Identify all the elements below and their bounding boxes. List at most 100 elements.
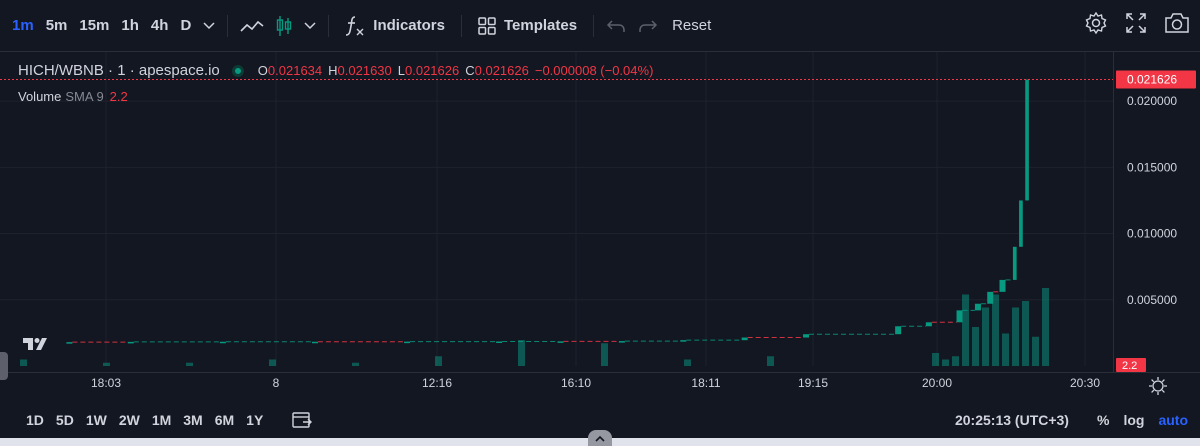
toolbar-right-group: [1084, 11, 1190, 40]
redo-icon[interactable]: [632, 11, 664, 41]
volume-last-text: 2.2: [1122, 360, 1137, 372]
open-key: O: [257, 63, 268, 78]
side-panel-handle[interactable]: [0, 352, 8, 380]
fullscreen-icon[interactable]: [1124, 11, 1148, 40]
candle-body: [741, 337, 748, 341]
symbol-name[interactable]: HICH/WBNB: [18, 62, 104, 79]
timeframe-group: 1m 5m 15m 1h 4h D: [6, 11, 221, 41]
x-axis: 18:03 8 12:16 16:10 18:11 19:15 20:00 20:30: [91, 376, 1100, 390]
range-2w[interactable]: 2W: [113, 412, 146, 428]
volume-label: Volume: [18, 89, 62, 104]
candle-body: [925, 322, 932, 327]
candle-body: [311, 341, 318, 344]
y-tick-label: 0.010000: [1127, 227, 1177, 241]
y-tick-label: 0.015000: [1127, 160, 1177, 174]
open-value: 0.021634: [267, 63, 323, 78]
candle-body: [557, 341, 564, 343]
line-chart-icon[interactable]: [234, 11, 270, 41]
volume-bar: [435, 356, 442, 366]
range-5d[interactable]: 5D: [50, 412, 80, 428]
x-tick-label: 20:30: [1070, 376, 1100, 390]
range-1y[interactable]: 1Y: [240, 412, 269, 428]
volume-bar: [186, 362, 193, 366]
candle-body: [127, 341, 134, 344]
timeframe-5m[interactable]: 5m: [40, 17, 74, 34]
x-tick-label: 16:10: [561, 376, 591, 390]
toolbar-divider: [460, 14, 462, 37]
volume-bar: [972, 327, 979, 366]
x-tick-label: 18:03: [91, 376, 121, 390]
candle-body: [999, 279, 1006, 292]
last-price-text: 0.021626: [1127, 73, 1177, 87]
volume-bar: [952, 356, 959, 366]
timeframe-dropdown-chevron-icon[interactable]: [197, 11, 221, 41]
candle-body: [618, 341, 625, 343]
volume-bar: [1022, 301, 1029, 366]
x-tick-label: 18:11: [691, 376, 720, 390]
range-1m[interactable]: 1M: [146, 412, 177, 428]
candle-body: [219, 341, 226, 344]
candle-body: [680, 340, 687, 342]
range-3m[interactable]: 3M: [177, 412, 208, 428]
toolbar-divider: [328, 14, 330, 37]
candles-chart-icon[interactable]: [270, 11, 298, 41]
volume-bar: [982, 307, 989, 366]
x-tick-label: 12:16: [422, 376, 452, 390]
settings-gear-icon[interactable]: [1084, 11, 1108, 40]
timeframe-d[interactable]: D: [174, 17, 197, 34]
toolbar-divider: [593, 14, 595, 37]
volume-legend: Volume SMA 9 2.2: [18, 89, 128, 104]
ohlc-values: O0.021634 H0.021630 L0.021626 C0.021626 …: [258, 63, 654, 78]
templates-label: Templates: [503, 17, 578, 34]
time-axis-settings-icon[interactable]: [1149, 377, 1167, 395]
toolbar-divider: [227, 14, 229, 37]
undo-icon[interactable]: [600, 11, 632, 41]
collapse-panel-chevron-icon[interactable]: [588, 430, 612, 446]
volume-bar: [1002, 333, 1009, 366]
volume-bar: [942, 359, 949, 366]
low-key: L: [397, 63, 405, 78]
volume-bar: [103, 362, 110, 366]
reset-button[interactable]: Reset: [664, 17, 719, 34]
candle-body: [496, 341, 503, 343]
symbol-interval: 1: [117, 62, 126, 79]
range-1d[interactable]: 1D: [20, 412, 50, 428]
timeframe-1h[interactable]: 1h: [115, 17, 145, 34]
price-chart[interactable]: 18:03 8 12:16 16:10 18:11 19:15 20:00 20:30 0.0…: [0, 52, 1200, 402]
volume-bar: [352, 362, 359, 366]
y-axis: 0.020000 0.015000 0.010000 0.005000: [1127, 94, 1177, 307]
timeframe-1m[interactable]: 1m: [6, 17, 40, 34]
price-candles: [66, 79, 1029, 344]
last-price-label: 0.021626: [1116, 70, 1196, 89]
candle-body: [1012, 246, 1017, 280]
timezone-clock[interactable]: 20:25:13 (UTC+3): [955, 412, 1069, 428]
percent-scale-toggle[interactable]: %: [1097, 412, 1109, 428]
date-range-group: 1D 5D 1W 2W 1M 3M 6M 1Y: [20, 412, 269, 428]
volume-bar: [962, 294, 969, 366]
candle-body: [1025, 79, 1029, 201]
chart-type-chevron-icon[interactable]: [298, 11, 322, 41]
market-status-dot: [231, 64, 244, 77]
volume-bar: [20, 359, 27, 366]
candle-body: [895, 326, 902, 335]
legend-separator: ·: [125, 62, 139, 79]
volume-bar: [1012, 307, 1019, 366]
templates-button[interactable]: Templates: [468, 16, 587, 35]
log-scale-toggle[interactable]: log: [1123, 412, 1144, 428]
volume-bar: [1032, 336, 1039, 366]
candle-body: [66, 342, 73, 344]
symbol-legend: HICH/WBNB · 1 · apespace.io O0.021634 H0…: [18, 62, 653, 79]
go-to-date-calendar-icon[interactable]: [291, 410, 313, 430]
candle-body: [1019, 200, 1023, 247]
auto-scale-toggle[interactable]: auto: [1158, 412, 1188, 428]
timeframe-4h[interactable]: 4h: [145, 17, 175, 34]
timeframe-15m[interactable]: 15m: [73, 17, 115, 34]
candle-body: [974, 303, 981, 311]
range-6m[interactable]: 6M: [209, 412, 240, 428]
range-1w[interactable]: 1W: [80, 412, 113, 428]
snapshot-camera-icon[interactable]: [1164, 11, 1190, 40]
volume-last-label: 2.2: [1116, 358, 1146, 372]
volume-value: 2.2: [109, 89, 128, 104]
volume-bar: [601, 343, 608, 366]
indicators-button[interactable]: Indicators: [335, 15, 455, 37]
